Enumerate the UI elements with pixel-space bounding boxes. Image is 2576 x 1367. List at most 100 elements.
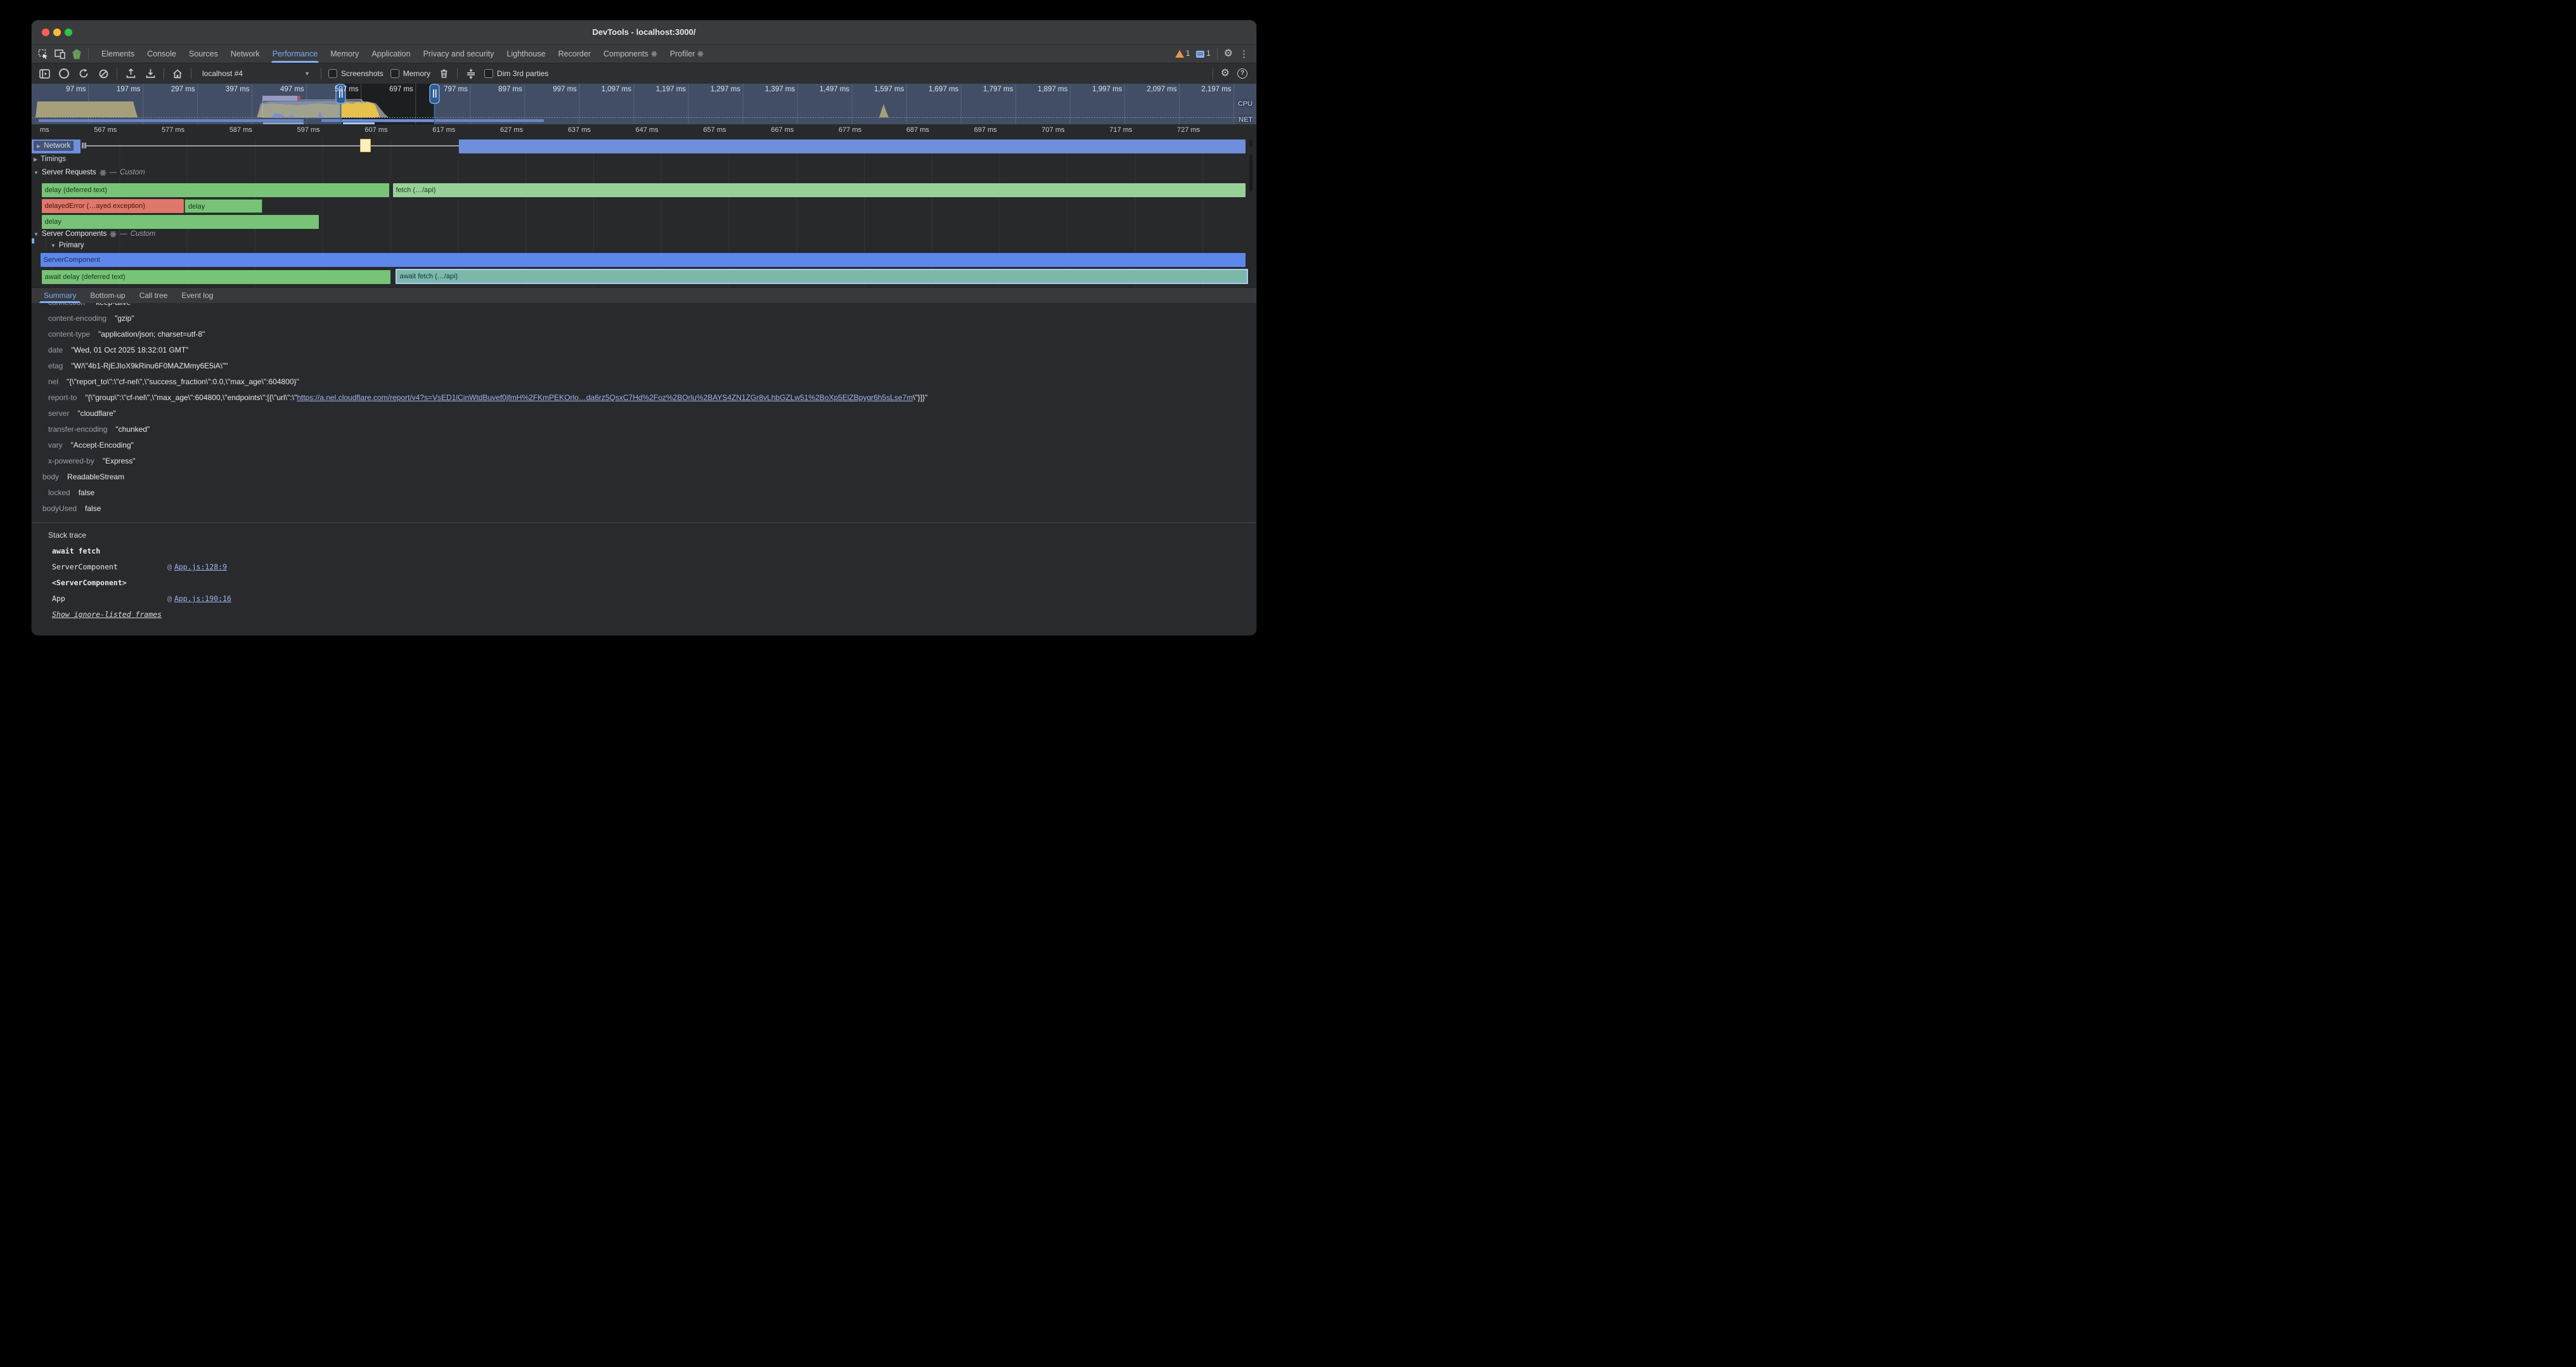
- collect-garbage-icon[interactable]: [437, 67, 450, 80]
- settings-gear-icon[interactable]: ⚙: [1224, 49, 1233, 59]
- stack-frame: Show ignore-listed frames: [52, 607, 1256, 623]
- server-request-bar-delay2[interactable]: delay: [42, 215, 319, 229]
- live-metrics-home-icon[interactable]: [171, 67, 184, 80]
- server-request-bar-delay[interactable]: delay: [184, 199, 262, 213]
- history-dropdown[interactable]: localhost #4 ▼: [198, 68, 314, 79]
- record-button[interactable]: [58, 67, 70, 80]
- ruler-tick-label: 667 ms: [752, 126, 794, 134]
- save-profile-icon[interactable]: [144, 67, 157, 80]
- tab-components[interactable]: Components: [597, 45, 664, 63]
- tabbar-right: 1 1 ⚙ ⋮: [1175, 48, 1256, 60]
- details-tab-bottom-up[interactable]: Bottom-up: [83, 288, 132, 303]
- overview-tick-label: 597 ms: [308, 86, 359, 93]
- server-requests-header[interactable]: ▼ Server Requests — Custom: [34, 169, 145, 176]
- checkbox-box: [328, 69, 337, 78]
- memory-checkbox[interactable]: Memory: [390, 69, 430, 78]
- header-row-content-type: content-type"application/json; charset=u…: [32, 327, 1256, 342]
- header-key: transfer-encoding: [48, 425, 107, 434]
- issues-badge[interactable]: 1: [1196, 50, 1210, 58]
- tab-console[interactable]: Console: [141, 45, 183, 63]
- expanded-triangle-icon: ▼: [34, 170, 39, 176]
- header-row-locked: lockedfalse: [32, 485, 1256, 501]
- await-fetch-bar-selected[interactable]: await fetch (…/api): [396, 269, 1248, 284]
- primary-subtrack-header[interactable]: ▼ Primary: [51, 242, 84, 249]
- warnings-badge[interactable]: 1: [1175, 50, 1190, 58]
- help-icon[interactable]: ?: [1237, 68, 1247, 79]
- screenshots-checkbox[interactable]: Screenshots: [328, 69, 383, 78]
- stack-trace-title: Stack trace: [32, 523, 1256, 543]
- timeline-overview[interactable]: 97 ms197 ms297 ms397 ms497 ms597 ms697 m…: [32, 84, 1256, 124]
- show-ignore-listed-frames-link[interactable]: Show ignore-listed frames: [52, 610, 162, 619]
- network-track-grip-icon[interactable]: [82, 143, 84, 148]
- stack-frame: await fetch: [52, 543, 1256, 559]
- divider: [88, 48, 89, 60]
- ruler-tick-label: 637 ms: [549, 126, 591, 134]
- response-headers-list: connection"keep-alive"content-encoding"g…: [32, 303, 1256, 517]
- details-tab-event-log[interactable]: Event log: [174, 288, 220, 303]
- header-row-x-powered-by: x-powered-by"Express": [32, 453, 1256, 469]
- header-value: ReadableStream: [67, 472, 124, 481]
- await-delay-bar[interactable]: await delay (deferred text): [42, 270, 390, 284]
- network-request-bar-long[interactable]: [459, 139, 1246, 153]
- server-component-bar[interactable]: ServerComponent: [41, 253, 1246, 267]
- ruler-tick-label: 567 ms: [75, 126, 117, 134]
- toggle-sidebar-icon[interactable]: [38, 67, 51, 80]
- frame-source-link[interactable]: App.js:128:9: [174, 562, 227, 571]
- cpu-track-label: CPU: [1238, 100, 1253, 108]
- clear-button[interactable]: [97, 67, 110, 80]
- tab-network[interactable]: Network: [224, 45, 266, 63]
- inspect-element-icon[interactable]: [38, 49, 48, 59]
- frame-label: await fetch: [52, 547, 100, 555]
- flame-scrollbar-thumb[interactable]: [1249, 139, 1253, 147]
- chevron-down-icon: ▼: [304, 70, 310, 77]
- flame-chart[interactable]: ▶ Network ▶ Timings ▼ Server Requests — …: [32, 138, 1256, 287]
- overview-tick-label: 1,997 ms: [1071, 86, 1122, 93]
- panel-tabs: ElementsConsoleSourcesNetworkPerformance…: [95, 45, 710, 63]
- capture-settings-icon[interactable]: [465, 67, 477, 80]
- details-tab-call-tree[interactable]: Call tree: [132, 288, 175, 303]
- tab-application[interactable]: Application: [365, 45, 416, 63]
- flame-scrollbar-thumb[interactable]: [1249, 155, 1253, 191]
- panel-settings-gear-icon[interactable]: ⚙: [1221, 68, 1230, 79]
- network-request-bar-small[interactable]: [360, 139, 371, 152]
- timings-track-header[interactable]: ▶ Timings: [34, 155, 66, 163]
- server-request-bar-delay-deferred[interactable]: delay (deferred text): [42, 183, 389, 197]
- tab-privacy-and-security[interactable]: Privacy and security: [417, 45, 501, 63]
- server-components-header[interactable]: ▼ Server Components — Custom: [34, 230, 155, 238]
- frame-source-link[interactable]: App.js:190:16: [174, 594, 231, 603]
- overview-tick-label: 1,397 ms: [744, 86, 795, 93]
- tab-lighthouse[interactable]: Lighthouse: [500, 45, 551, 63]
- tab-recorder[interactable]: Recorder: [552, 45, 597, 63]
- header-value: "chunked": [115, 425, 150, 434]
- warning-icon: [1175, 50, 1184, 58]
- network-track-header[interactable]: ▶ Network: [34, 141, 74, 151]
- divider: [1217, 48, 1218, 60]
- header-key: nel: [48, 377, 58, 386]
- load-profile-icon[interactable]: [124, 67, 137, 80]
- header-value-link[interactable]: https://a.nel.cloudflare.com/report/v4?s…: [297, 393, 913, 402]
- tab-profiler[interactable]: Profiler: [664, 45, 711, 63]
- expanded-triangle-icon: ▼: [51, 243, 56, 249]
- overview-tick-label: 1,797 ms: [962, 86, 1013, 93]
- dim-3rd-parties-checkbox[interactable]: Dim 3rd parties: [484, 69, 548, 78]
- frame-function-name: App: [52, 591, 167, 607]
- record-and-reload-button[interactable]: [77, 67, 90, 80]
- server-components-title: Server Components: [42, 230, 106, 238]
- device-toolbar-icon[interactable]: [55, 49, 65, 59]
- header-key: date: [48, 346, 63, 354]
- ruler-tick-label: 577 ms: [143, 126, 184, 134]
- more-options-kebab-icon[interactable]: ⋮: [1239, 48, 1249, 60]
- details-tab-summary[interactable]: Summary: [37, 288, 83, 303]
- atom-icon: [697, 51, 704, 57]
- tab-memory[interactable]: Memory: [324, 45, 365, 63]
- frame-label: <ServerComponent>: [52, 578, 127, 587]
- server-request-bar-fetch[interactable]: fetch (…/api): [393, 183, 1246, 197]
- tab-sources[interactable]: Sources: [183, 45, 224, 63]
- tab-performance[interactable]: Performance: [266, 45, 325, 63]
- ruler-tick-label: 597 ms: [278, 126, 320, 134]
- custom-track-tag: Custom: [120, 169, 145, 176]
- server-request-bar-delayed-error[interactable]: delayedError (…ayed exception): [42, 199, 184, 213]
- atom-icon: [651, 51, 657, 57]
- header-value: false: [85, 504, 101, 513]
- tab-elements[interactable]: Elements: [95, 45, 141, 63]
